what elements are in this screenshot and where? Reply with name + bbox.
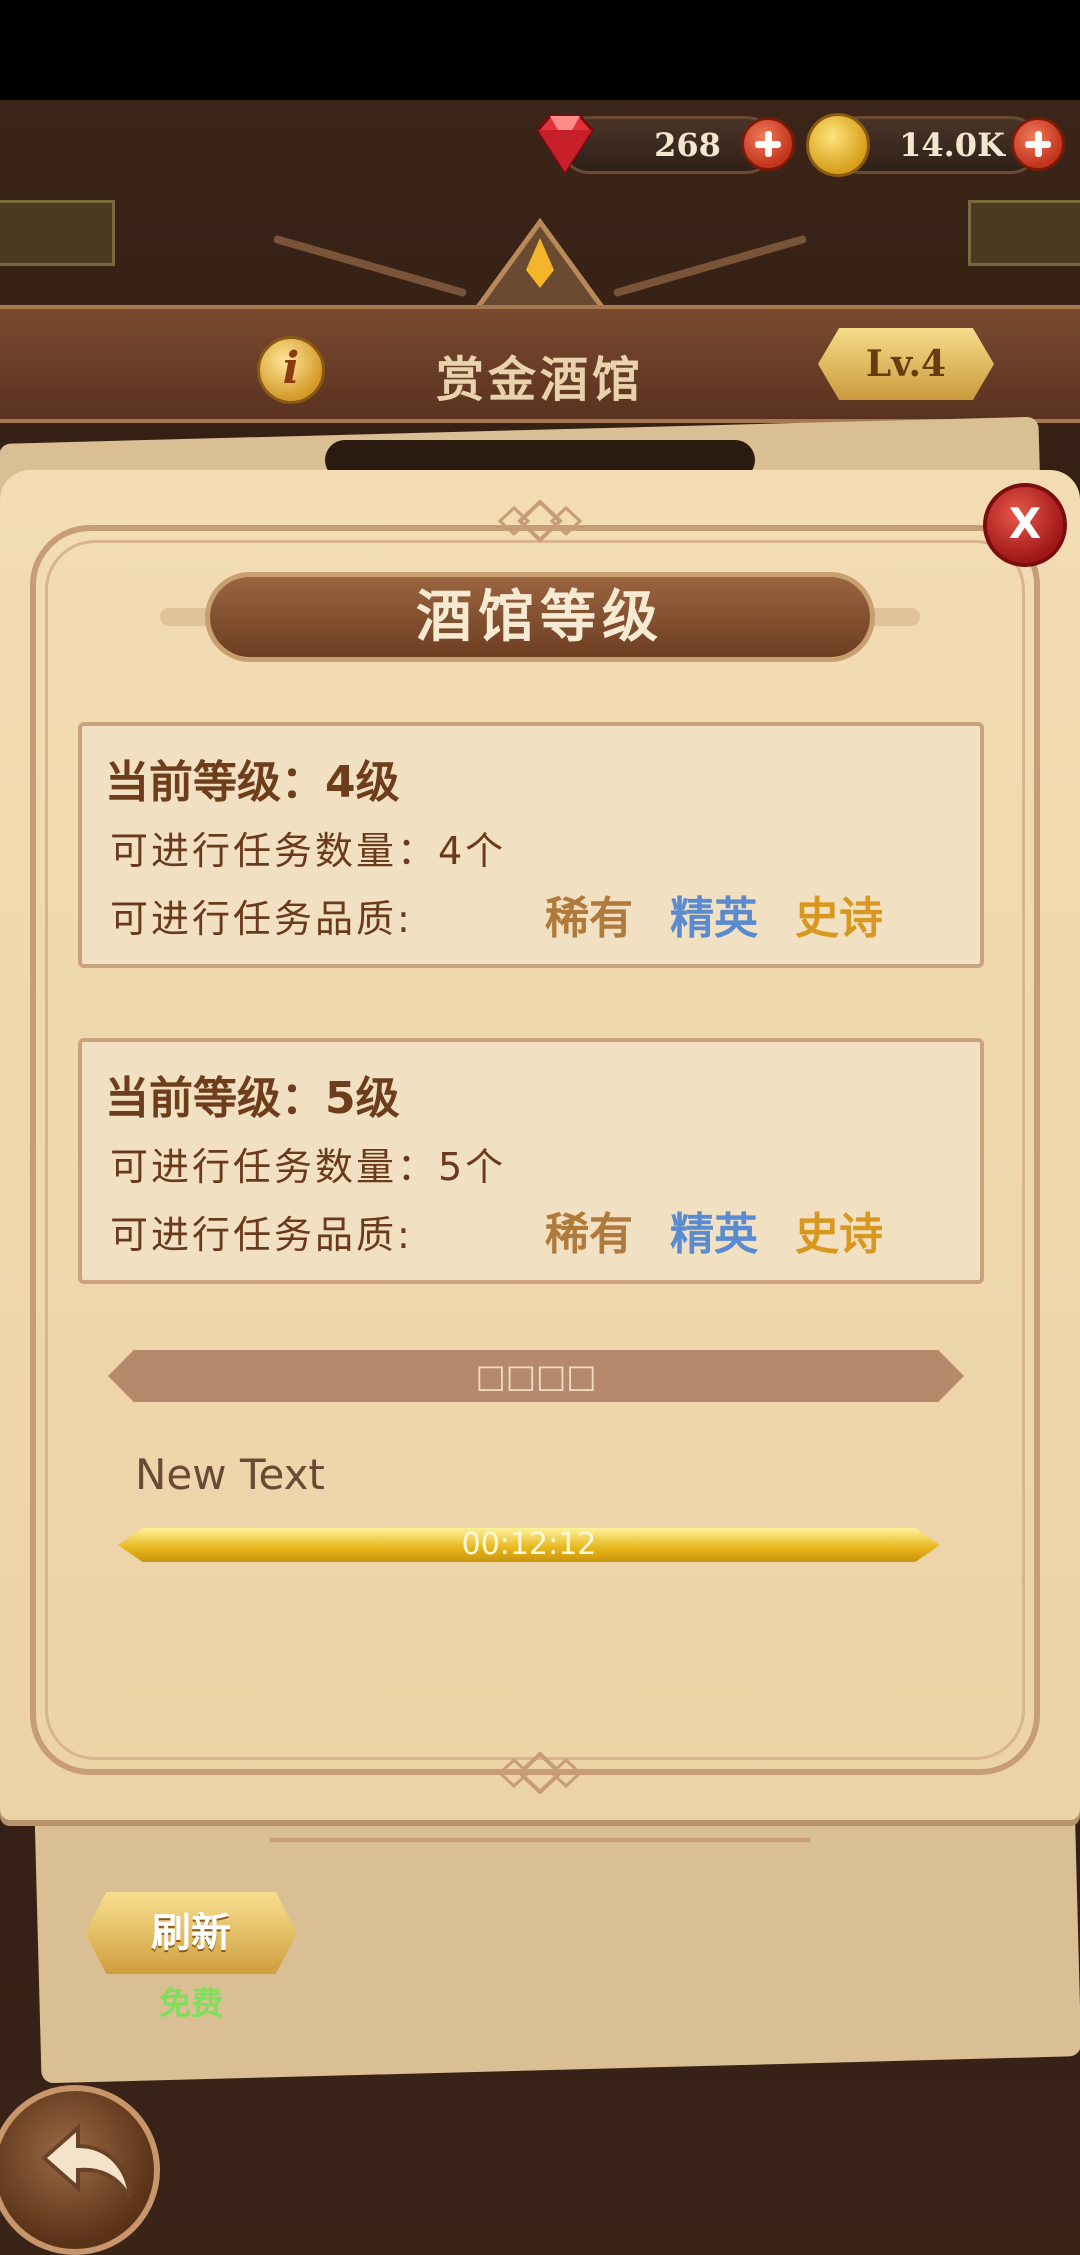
refresh-cost: 免费	[158, 1984, 223, 2022]
left-shelf-ornament	[0, 200, 115, 266]
info-button[interactable]: i	[257, 336, 325, 404]
quality-elite: 精英	[670, 893, 758, 944]
status-bar	[0, 0, 1080, 100]
bottom-divider-line	[270, 1838, 810, 1842]
add-gold-button[interactable]	[1011, 117, 1065, 171]
modal-title: 酒馆等级	[416, 585, 664, 650]
page-title: 赏金酒馆	[435, 352, 644, 408]
task-count-line: 可进行任务数量：5个	[110, 1145, 507, 1189]
task-quality-label: 可进行任务品质:	[110, 1213, 413, 1257]
upgrade-description: New Text	[135, 1450, 325, 1499]
task-quality-label: 可进行任务品质:	[110, 897, 413, 941]
gem-icon	[528, 112, 602, 176]
gold-coin-icon	[806, 113, 870, 177]
divider-label: □□□□	[475, 1357, 597, 1395]
top-diamond-ornament	[494, 499, 586, 543]
bottom-diamond-ornament	[494, 1751, 586, 1795]
quality-elite: 精英	[670, 1209, 758, 1260]
level-badge[interactable]: Lv.4	[818, 328, 994, 400]
back-arrow-icon	[38, 2118, 138, 2208]
quality-epic: 史诗	[795, 893, 883, 944]
level-title: 当前等级：5级	[105, 1073, 400, 1124]
level-title: 当前等级：4级	[105, 757, 400, 808]
upgrade-timer: 00:12:12	[461, 1527, 597, 1562]
refresh-button[interactable]: 刷新	[85, 1892, 297, 1974]
right-shelf-ornament	[968, 200, 1080, 266]
task-count-line: 可进行任务数量：4个	[110, 829, 507, 873]
quality-rare: 稀有	[545, 893, 633, 944]
quality-rare: 稀有	[545, 1209, 633, 1260]
close-button[interactable]: X	[983, 483, 1067, 567]
add-gems-button[interactable]	[741, 117, 795, 171]
quality-epic: 史诗	[795, 1209, 883, 1260]
